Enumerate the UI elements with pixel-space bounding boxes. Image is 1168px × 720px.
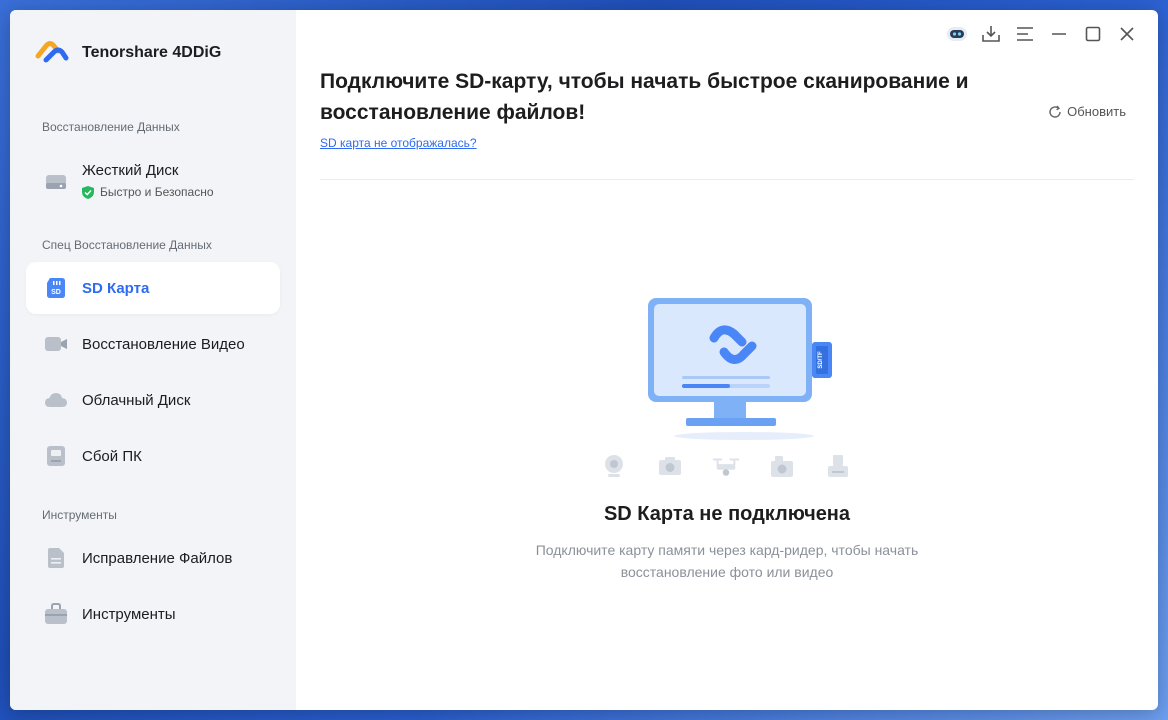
brand: Tenorshare 4DDiG [34, 38, 221, 68]
sidebar-item-cloud-disk[interactable]: Облачный Диск [26, 374, 280, 426]
sidebar-item-pc-crash[interactable]: Сбой ПК [26, 430, 280, 482]
sd-card-icon: SD [44, 276, 68, 300]
close-button[interactable] [1110, 22, 1144, 46]
video-icon [44, 332, 68, 356]
assistant-bot-button[interactable] [940, 22, 974, 46]
maximize-button[interactable] [1076, 22, 1110, 46]
webcam-icon [600, 452, 628, 480]
shield-check-icon [82, 185, 94, 199]
download-icon [982, 26, 1000, 42]
sd-not-shown-link[interactable]: SD карта не отображалась? [320, 136, 477, 150]
divider [320, 179, 1134, 180]
toolbox-icon [44, 602, 68, 626]
card-reader-icon [824, 452, 852, 480]
empty-state-description: Подключите карту памяти через кард-ридер… [535, 542, 919, 580]
drone-icon [712, 452, 740, 480]
minimize-icon [1052, 33, 1066, 35]
app-name: Tenorshare 4DDiG [82, 44, 222, 61]
refresh-label: Обновить [1067, 104, 1126, 119]
main-panel: Подключите SD-карту, чтобы начать быстро… [296, 10, 1158, 710]
svg-text:SD: SD [51, 289, 61, 296]
hard-disk-icon [44, 170, 68, 194]
download-button[interactable] [974, 22, 1008, 46]
sidebar-item-label: Инструменты [82, 605, 176, 623]
sidebar-item-label: Сбой ПК [82, 447, 142, 465]
sidebar-item-file-repair[interactable]: Исправление Файлов [26, 532, 280, 584]
empty-state-title: SD Карта не подключена [603, 503, 851, 525]
sidebar-item-tools[interactable]: Инструменты [26, 588, 280, 640]
page-title: Подключите SD-карту, чтобы начать быстро… [320, 70, 969, 124]
monitor-illustration: SD/TF [648, 298, 832, 440]
bot-icon [947, 27, 967, 41]
sidebar-item-label: Восстановление Видео [82, 335, 245, 353]
sidebar-item-sd-card[interactable]: SD SD Карта [26, 262, 280, 314]
refresh-button[interactable]: Обновить [1048, 104, 1126, 119]
sidebar: Tenorshare 4DDiG Восстановление Данных Ж… [10, 10, 296, 710]
section-label-tools: Инструменты [42, 508, 117, 522]
cloud-icon [44, 388, 68, 412]
app-window: Tenorshare 4DDiG Восстановление Данных Ж… [10, 10, 1158, 710]
action-camera-icon [768, 452, 796, 480]
sidebar-item-label: Исправление Файлов [82, 549, 233, 567]
sidebar-item-label: Облачный Диск [82, 391, 191, 409]
sd-tf-label: SD/TF [818, 351, 824, 369]
close-icon [1120, 27, 1134, 41]
app-logo-icon [35, 41, 69, 63]
title-bar [940, 22, 1144, 46]
refresh-icon [1049, 105, 1061, 118]
pc-crash-icon [44, 444, 68, 468]
section-label-special-recovery: Спец Восстановление Данных [42, 238, 212, 252]
sidebar-item-video-recovery[interactable]: Восстановление Видео [26, 318, 280, 370]
sidebar-item-sublabel: Быстро и Безопасно [100, 185, 214, 199]
minimize-button[interactable] [1042, 22, 1076, 46]
sidebar-item-label: SD Карта [82, 279, 150, 297]
camera-icon [656, 452, 684, 480]
file-repair-icon [44, 546, 68, 570]
device-icon-row [600, 452, 880, 480]
sidebar-item-hard-disk[interactable]: Жесткий Диск Быстро и Безопасно [26, 150, 280, 216]
section-label-data-recovery: Восстановление Данных [42, 120, 180, 134]
sidebar-item-label: Жесткий Диск [82, 162, 179, 179]
maximize-icon [1085, 26, 1101, 42]
menu-icon [1017, 27, 1033, 41]
menu-button[interactable] [1008, 22, 1042, 46]
